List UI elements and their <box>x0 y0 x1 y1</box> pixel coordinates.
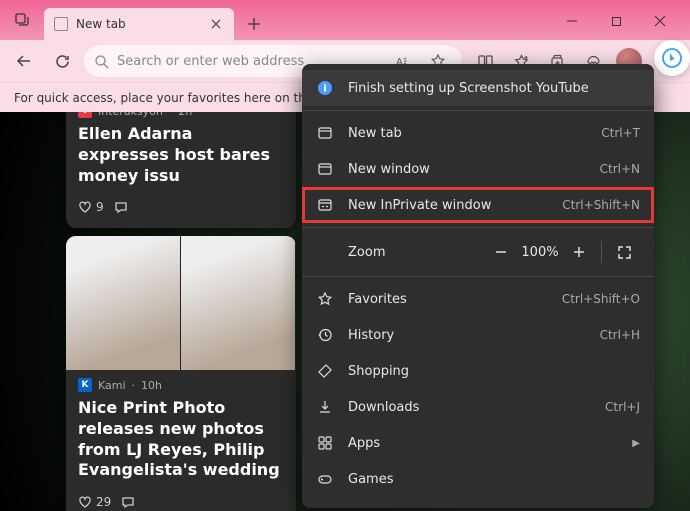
back-button[interactable] <box>8 45 40 77</box>
titlebar: New tab <box>0 0 690 40</box>
menu-downloads[interactable]: Downloads Ctrl+J <box>302 389 654 425</box>
zoom-in-button[interactable] <box>563 236 595 268</box>
card-title: Nice Print Photo releases new photos fro… <box>66 396 296 489</box>
card-source: Interaksyon <box>98 112 163 118</box>
history-icon <box>316 326 334 344</box>
refresh-button[interactable] <box>46 45 78 77</box>
settings-menu: i Finish setting up Screenshot YouTube N… <box>302 64 654 508</box>
search-icon <box>94 54 109 69</box>
menu-zoom: Zoom 100% <box>302 232 654 272</box>
menu-new-window[interactable]: New window Ctrl+N <box>302 151 654 187</box>
new-tab-icon <box>316 124 334 142</box>
source-badge: K <box>78 378 92 392</box>
menu-new-inprivate[interactable]: New InPrivate window Ctrl+Shift+N <box>302 187 654 223</box>
apps-icon <box>316 434 334 452</box>
comment-icon[interactable] <box>114 200 128 214</box>
zoom-out-button[interactable] <box>485 236 517 268</box>
close-window-button[interactable] <box>638 6 682 36</box>
like-button[interactable]: 29 <box>78 495 111 509</box>
window-controls <box>550 6 682 40</box>
address-placeholder: Search or enter web address <box>117 54 304 69</box>
download-icon <box>316 398 334 416</box>
fullscreen-button[interactable] <box>608 236 640 268</box>
card-title: Ellen Adarna expresses host bares money … <box>66 122 296 194</box>
card-source: Kami <box>98 379 126 392</box>
like-button[interactable]: 9 <box>78 200 104 214</box>
games-icon <box>316 470 334 488</box>
minimize-button[interactable] <box>550 6 594 36</box>
svg-text:i: i <box>323 84 326 95</box>
card-image <box>66 236 296 370</box>
inprivate-icon <box>316 196 334 214</box>
menu-shopping[interactable]: Shopping <box>302 353 654 389</box>
tab-favicon <box>54 17 68 31</box>
news-card[interactable]: K Kami · 10h Nice Print Photo releases n… <box>66 236 296 511</box>
menu-new-tab[interactable]: New tab Ctrl+T <box>302 115 654 151</box>
maximize-button[interactable] <box>594 6 638 36</box>
card-age: 2h <box>178 112 192 118</box>
zoom-value: 100% <box>517 245 563 260</box>
new-window-icon <box>316 160 334 178</box>
new-tab-button[interactable] <box>238 8 270 40</box>
comment-icon[interactable] <box>121 495 135 509</box>
news-card[interactable]: I Interaksyon · 2h Ellen Adarna expresse… <box>66 112 296 228</box>
tab-title: New tab <box>76 17 126 31</box>
menu-extensions[interactable]: Extensions <box>302 497 654 508</box>
bing-sidebar-button[interactable] <box>654 40 690 76</box>
card-age: 10h <box>141 379 162 392</box>
menu-games[interactable]: Games <box>302 461 654 497</box>
menu-apps[interactable]: Apps ▶ <box>302 425 654 461</box>
menu-history[interactable]: History Ctrl+H <box>302 317 654 353</box>
info-icon: i <box>316 79 334 97</box>
shopping-icon <box>316 362 334 380</box>
menu-favorites[interactable]: Favorites Ctrl+Shift+O <box>302 281 654 317</box>
source-badge: I <box>78 112 92 118</box>
chevron-right-icon: ▶ <box>632 438 640 449</box>
star-icon <box>316 290 334 308</box>
menu-notice[interactable]: i Finish setting up Screenshot YouTube <box>302 70 654 106</box>
extensions-icon <box>316 506 334 508</box>
close-tab-icon[interactable] <box>208 16 224 32</box>
browser-tab[interactable]: New tab <box>44 8 234 40</box>
tab-actions-button[interactable] <box>8 6 36 34</box>
